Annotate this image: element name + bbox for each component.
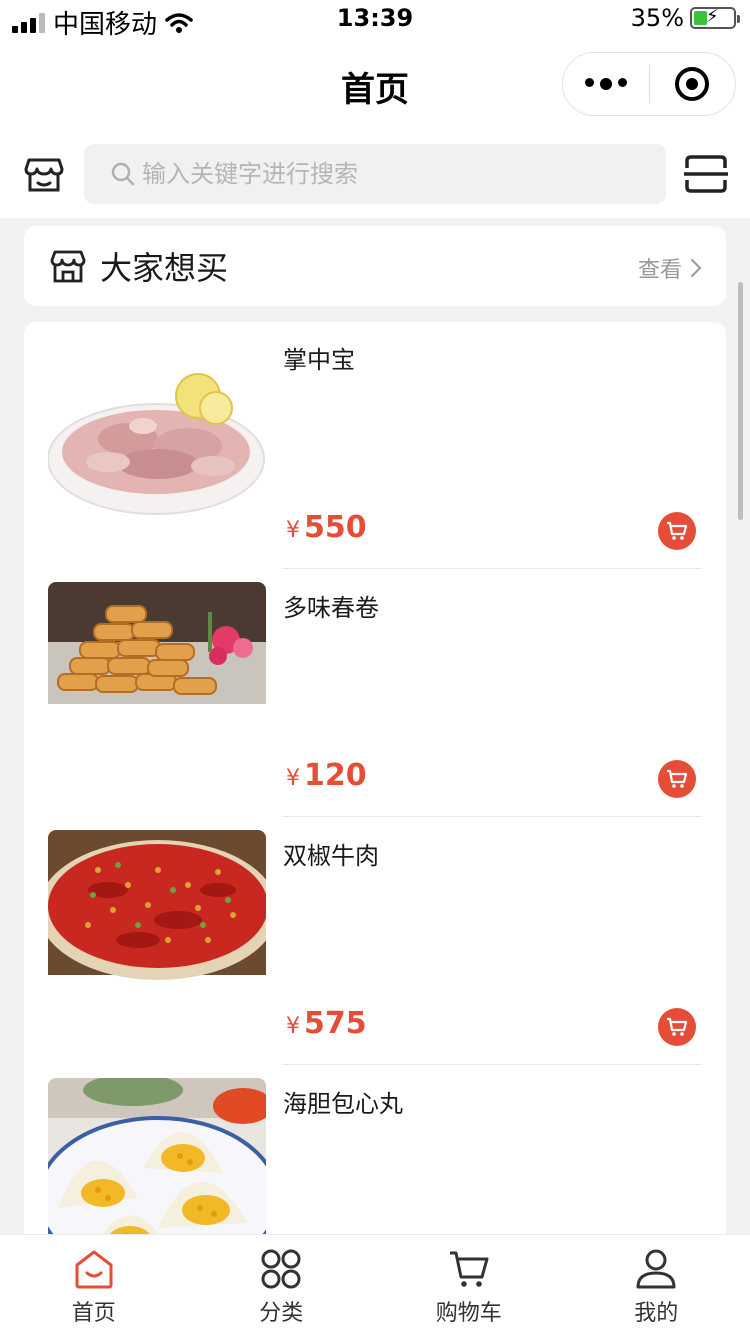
product-image-sea-urchin-balls[interactable] bbox=[48, 1078, 266, 1242]
product-name: 掌中宝 bbox=[283, 346, 355, 374]
tab-profile[interactable]: 我的 bbox=[563, 1235, 750, 1334]
currency-symbol: ¥ bbox=[286, 766, 300, 791]
battery-percent: 35% bbox=[630, 4, 684, 32]
user-icon bbox=[636, 1249, 676, 1289]
tab-category[interactable]: 分类 bbox=[188, 1235, 376, 1334]
target-close-icon[interactable] bbox=[650, 67, 736, 101]
store-icon[interactable] bbox=[24, 154, 64, 194]
view-more-link[interactable]: 查看 bbox=[638, 252, 702, 284]
more-dots-icon[interactable] bbox=[563, 78, 649, 90]
search-box[interactable] bbox=[84, 144, 666, 204]
product-item[interactable]: 海胆包心丸 bbox=[24, 1066, 726, 1242]
price-value: 120 bbox=[304, 758, 367, 793]
tab-bar: 首页 分类 购物车 我的 bbox=[0, 1234, 750, 1334]
cart-icon bbox=[667, 521, 688, 540]
add-to-cart-button[interactable] bbox=[658, 512, 696, 550]
product-item[interactable]: 掌中宝 ¥ 550 bbox=[24, 322, 726, 570]
product-image-spring-rolls[interactable] bbox=[48, 582, 266, 782]
product-name: 多味春卷 bbox=[283, 594, 379, 622]
product-item[interactable]: 双椒牛肉 ¥ 575 bbox=[24, 818, 726, 1066]
search-input[interactable] bbox=[142, 160, 622, 188]
battery-icon: ⚡ bbox=[690, 6, 740, 29]
view-more-label: 查看 bbox=[637, 258, 682, 283]
nav-bar: 首页 bbox=[0, 40, 750, 130]
price-value: 550 bbox=[304, 510, 367, 545]
product-price: ¥ 120 bbox=[286, 758, 367, 793]
home-icon bbox=[75, 1250, 113, 1289]
product-image-pepper-beef[interactable] bbox=[48, 830, 266, 1030]
add-to-cart-button[interactable] bbox=[658, 760, 696, 798]
search-icon bbox=[111, 162, 135, 186]
status-bar: 中国移动 13:39 35% ⚡ bbox=[0, 0, 750, 40]
product-price: ¥ 550 bbox=[286, 510, 367, 545]
product-image-pork-cartilage[interactable] bbox=[48, 334, 266, 534]
price-value: 575 bbox=[304, 1006, 367, 1041]
product-name: 双椒牛肉 bbox=[283, 842, 379, 870]
scan-icon[interactable] bbox=[684, 154, 728, 194]
tab-cart-label: 购物车 bbox=[435, 1301, 502, 1326]
cart-icon bbox=[449, 1251, 489, 1287]
tab-profile-label: 我的 bbox=[634, 1301, 679, 1326]
divider bbox=[282, 568, 702, 569]
tab-cart[interactable]: 购物车 bbox=[375, 1235, 563, 1334]
status-right: 35% ⚡ bbox=[630, 4, 740, 32]
want-to-buy-card[interactable]: 大家想买 查看 bbox=[24, 226, 726, 306]
category-icon bbox=[261, 1249, 301, 1289]
product-item[interactable]: 多味春卷 ¥ 120 bbox=[24, 570, 726, 818]
tab-category-label: 分类 bbox=[259, 1301, 304, 1326]
chevron-right-icon bbox=[691, 259, 702, 277]
divider bbox=[282, 816, 702, 817]
shop-icon bbox=[50, 250, 86, 283]
product-price: ¥ 575 bbox=[286, 1006, 367, 1041]
tab-home-label: 首页 bbox=[71, 1301, 116, 1326]
scrollbar[interactable] bbox=[738, 282, 743, 520]
product-list: 掌中宝 ¥ 550 多味春卷 ¥ 120 双椒牛肉 ¥ 575 海胆包心丸 bbox=[24, 322, 726, 1242]
add-to-cart-button[interactable] bbox=[658, 1008, 696, 1046]
currency-symbol: ¥ bbox=[286, 1014, 300, 1039]
mini-program-capsule bbox=[562, 52, 736, 116]
charging-bolt-icon: ⚡ bbox=[706, 6, 719, 27]
cart-icon bbox=[667, 1017, 688, 1036]
cart-icon bbox=[667, 769, 688, 788]
search-row bbox=[0, 130, 750, 218]
product-name: 海胆包心丸 bbox=[283, 1090, 403, 1118]
divider bbox=[282, 1064, 702, 1065]
want-section-title: 大家想买 bbox=[100, 249, 229, 287]
tab-home[interactable]: 首页 bbox=[0, 1235, 188, 1334]
currency-symbol: ¥ bbox=[286, 518, 300, 543]
